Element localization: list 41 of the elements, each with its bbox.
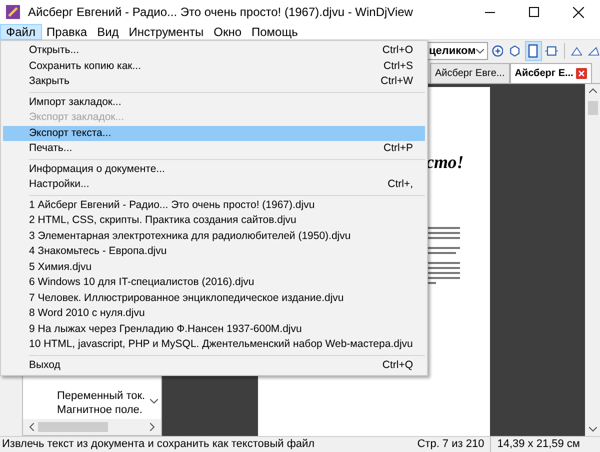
menu-bar-item[interactable]: Вид <box>92 24 124 40</box>
bookmark-item[interactable]: Магнитное поле. <box>57 403 146 417</box>
menu-item[interactable]: 2 HTML, CSS, скрипты. Практика создания сайтов.djvu <box>3 213 425 228</box>
bookmark-item[interactable]: Переменный ток. <box>57 389 146 403</box>
menu-bar-item[interactable]: Помощь <box>246 24 303 40</box>
document-tab[interactable]: Айсберг Е... <box>510 63 592 83</box>
shortcut-label: Ctrl+P <box>384 142 413 156</box>
shortcut-label: Ctrl+S <box>384 60 413 73</box>
page-indicator: Стр. 7 из 210 <box>411 436 492 452</box>
menu-bar-item[interactable]: Инструменты <box>124 24 209 40</box>
page-size: 14,39 x 21,59 см <box>496 437 581 452</box>
menu-item[interactable]: 8 Word 2010 с нуля.djvu <box>3 306 425 322</box>
menu-item[interactable]: 5 Химия.djvu <box>3 260 425 275</box>
menu-item[interactable]: Импорт закладок... <box>3 94 425 110</box>
menu-bar-item[interactable]: Правка <box>42 24 92 40</box>
menu-item[interactable]: Сохранить копию как... Ctrl+S <box>3 58 425 74</box>
menu-item[interactable]: 6 Windows 10 для IT-специалистов (2016).djvu <box>3 275 425 290</box>
menu-item[interactable]: 3 Элементарная электротехника для радиолюбителей (1950).djvu <box>3 228 425 244</box>
window-title: Айсберг Евгений - Радио... Это очень просто! (1967).djvu - WinDjView <box>28 4 413 21</box>
menu-item[interactable]: Печать... Ctrl+P <box>3 141 425 156</box>
status-message: Извлечь текст из документа и сохранить как текстовый файл <box>2 437 315 452</box>
menu-bar-item[interactable]: Файл <box>0 24 42 40</box>
menu-item[interactable]: Информация о документе... <box>3 162 425 177</box>
menu-item[interactable]: 4 Знакомьтесь - Европа.djvu <box>3 244 425 260</box>
menu-bar-item[interactable]: Окно <box>208 24 246 40</box>
zoom-value: целиком <box>429 44 476 59</box>
shortcut-label: Ctrl+Q <box>382 358 413 372</box>
menu-item[interactable]: 10 HTML, javascript, PHP и MySQL. Джентельменский набор Web-мастера.djvu <box>3 337 425 352</box>
shortcut-label: Ctrl+, <box>388 178 413 192</box>
zoom-dropdown[interactable]: целиком <box>427 42 488 60</box>
menu-item[interactable]: Настройки... Ctrl+, <box>3 177 425 192</box>
menu-item[interactable]: Открыть... Ctrl+O <box>3 43 425 58</box>
shortcut-label: Ctrl+W <box>380 75 413 88</box>
menu-item[interactable]: 9 На лыжах через Гренладию Ф.Нансен 1937-600M.djvu <box>3 322 425 337</box>
menu-item[interactable]: Выход Ctrl+Q <box>3 358 425 373</box>
menu-item[interactable]: 7 Человек. Иллюстрированное энциклопедическое издание.djvu <box>3 290 425 306</box>
document-tab[interactable]: Айсберг Евге... <box>430 63 510 83</box>
shortcut-label: Ctrl+O <box>382 44 413 58</box>
menu-item[interactable]: Экспорт текста... <box>3 126 425 141</box>
menu-item[interactable]: 1 Айсберг Евгений - Радио... Это очень просто! (1967).djvu <box>3 198 425 213</box>
menu-item[interactable]: Закрыть Ctrl+W <box>3 74 425 90</box>
